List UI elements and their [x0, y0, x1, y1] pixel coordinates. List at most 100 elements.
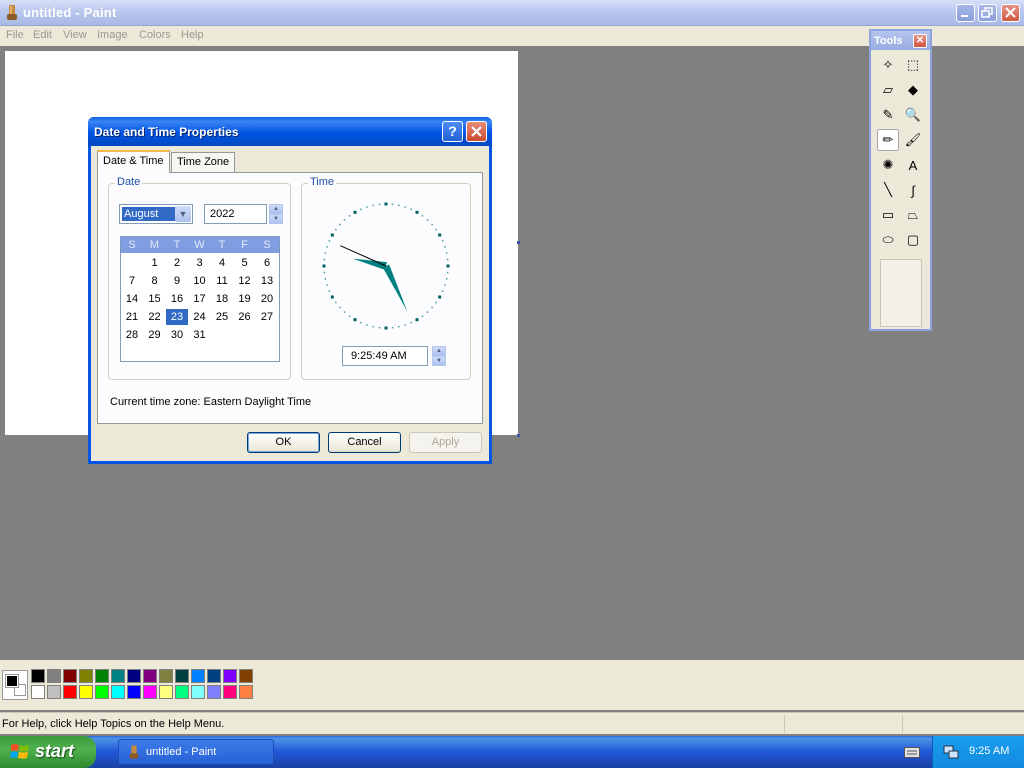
pick-color-icon[interactable]: ✎	[877, 104, 899, 126]
foreground-color[interactable]	[5, 674, 19, 688]
calendar-day[interactable]: 17	[189, 291, 211, 307]
calendar-day[interactable]: 5	[234, 255, 256, 271]
color-swatch[interactable]	[223, 685, 237, 699]
calendar-day[interactable]: 6	[256, 255, 278, 271]
calendar-day[interactable]: 2	[166, 255, 188, 271]
tab-time-zone[interactable]: Time Zone	[171, 152, 236, 172]
cancel-button[interactable]: Cancel	[328, 432, 401, 453]
calendar-day[interactable]: 31	[189, 327, 211, 343]
calendar-day-selected[interactable]: 23	[166, 309, 188, 325]
color-swatch[interactable]	[79, 685, 93, 699]
calendar-day[interactable]: 11	[211, 273, 233, 289]
menu-image[interactable]: Image	[97, 29, 128, 41]
dialog-help-button[interactable]: ?	[442, 121, 463, 142]
color-swatch[interactable]	[159, 685, 173, 699]
time-down-arrow-icon[interactable]: ▼	[432, 356, 446, 366]
color-swatch[interactable]	[127, 669, 141, 683]
dialog-close-button[interactable]	[466, 121, 487, 142]
calendar-day[interactable]: 15	[144, 291, 166, 307]
calendar-day[interactable]: 21	[121, 309, 143, 325]
tools-titlebar[interactable]: Tools ✕	[871, 31, 930, 50]
tab-date-time[interactable]: Date & Time	[97, 150, 170, 173]
line-icon[interactable]: ╲	[877, 179, 899, 201]
color-swatch[interactable]	[127, 685, 141, 699]
color-swatch[interactable]	[31, 669, 45, 683]
fill-with-color-icon[interactable]: ◆	[902, 79, 924, 101]
calendar-day[interactable]: 22	[144, 309, 166, 325]
calendar-day[interactable]: 3	[189, 255, 211, 271]
select-icon[interactable]: ⬚	[902, 54, 924, 76]
time-up-arrow-icon[interactable]: ▲	[432, 346, 446, 356]
calendar-day[interactable]: 27	[256, 309, 278, 325]
apply-button[interactable]: Apply	[409, 432, 482, 453]
calendar-day[interactable]: 16	[166, 291, 188, 307]
calendar-day[interactable]: 24	[189, 309, 211, 325]
time-field[interactable]: 9:25:49 AM	[342, 346, 428, 366]
calendar-day[interactable]: 26	[234, 309, 256, 325]
color-swatch[interactable]	[79, 669, 93, 683]
color-swatch[interactable]	[111, 685, 125, 699]
ok-button[interactable]: OK	[247, 432, 320, 453]
minimize-button[interactable]	[956, 4, 975, 22]
chevron-down-icon[interactable]: ▼	[175, 206, 191, 222]
color-swatch[interactable]	[95, 669, 109, 683]
color-swatch[interactable]	[47, 669, 61, 683]
taskbar-paint-button[interactable]: untitled - Paint	[118, 739, 274, 765]
color-swatch[interactable]	[63, 669, 77, 683]
year-field[interactable]: 2022	[204, 204, 267, 224]
menu-file[interactable]: File	[6, 29, 24, 41]
color-swatch[interactable]	[175, 669, 189, 683]
color-swatch[interactable]	[191, 685, 205, 699]
calendar-day[interactable]: 9	[166, 273, 188, 289]
airbrush-icon[interactable]: ✺	[877, 154, 899, 176]
calendar-day[interactable]: 7	[121, 273, 143, 289]
rounded-rectangle-icon[interactable]: ▢	[902, 229, 924, 251]
calendar-day[interactable]: 25	[211, 309, 233, 325]
calendar-day[interactable]: 8	[144, 273, 166, 289]
menu-view[interactable]: View	[63, 29, 87, 41]
calendar-day[interactable]: 4	[211, 255, 233, 271]
calendar-day[interactable]: 10	[189, 273, 211, 289]
color-swatch[interactable]	[239, 685, 253, 699]
menu-help[interactable]: Help	[181, 29, 204, 41]
color-swatch[interactable]	[239, 669, 253, 683]
eraser-icon[interactable]: ▱	[877, 79, 899, 101]
tool-options-box[interactable]	[880, 259, 922, 327]
year-down-arrow-icon[interactable]: ▼	[269, 214, 283, 224]
menu-colors[interactable]: Colors	[139, 29, 171, 41]
start-button[interactable]: start	[0, 736, 96, 768]
color-swatch[interactable]	[223, 669, 237, 683]
taskbar-clock[interactable]: 9:25 AM	[969, 745, 1009, 757]
calendar-day[interactable]: 20	[256, 291, 278, 307]
pencil-icon[interactable]: ✏	[877, 129, 899, 151]
color-swatch[interactable]	[175, 685, 189, 699]
color-swatch[interactable]	[191, 669, 205, 683]
rectangle-icon[interactable]: ▭	[877, 204, 899, 226]
calendar-day[interactable]: 12	[234, 273, 256, 289]
calendar-day[interactable]: 14	[121, 291, 143, 307]
calendar-day[interactable]: 1	[144, 255, 166, 271]
calendar-day[interactable]: 18	[211, 291, 233, 307]
network-icon[interactable]	[943, 744, 959, 760]
year-up-arrow-icon[interactable]: ▲	[269, 204, 283, 214]
color-swatch[interactable]	[63, 685, 77, 699]
calendar-day[interactable]: 13	[256, 273, 278, 289]
menu-edit[interactable]: Edit	[33, 29, 52, 41]
restore-button[interactable]	[978, 4, 997, 22]
month-dropdown[interactable]: August ▼	[119, 204, 193, 224]
calendar-day[interactable]: 30	[166, 327, 188, 343]
color-swatch[interactable]	[111, 669, 125, 683]
color-swatch[interactable]	[143, 669, 157, 683]
dialog-titlebar[interactable]: Date and Time Properties ?	[88, 117, 492, 146]
color-swatch[interactable]	[207, 669, 221, 683]
color-swatch[interactable]	[47, 685, 61, 699]
color-swatch[interactable]	[95, 685, 109, 699]
tools-close-button[interactable]: ✕	[913, 34, 927, 48]
color-swatch[interactable]	[207, 685, 221, 699]
magnifier-icon[interactable]: 🔍	[902, 104, 924, 126]
free-form-select-icon[interactable]: ✧	[877, 54, 899, 76]
curve-icon[interactable]: ∫	[902, 179, 924, 201]
close-button[interactable]	[1001, 4, 1020, 22]
color-swatch[interactable]	[31, 685, 45, 699]
canvas-resize-handle-corner[interactable]	[517, 434, 520, 437]
